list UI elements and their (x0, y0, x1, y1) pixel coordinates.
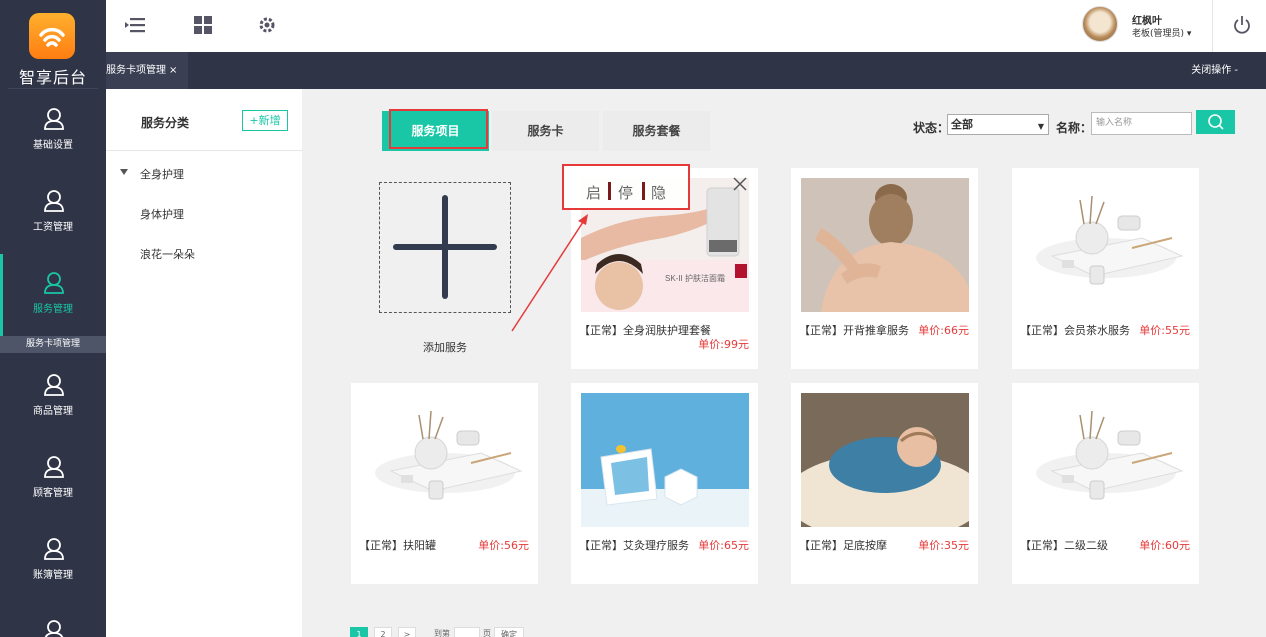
tab-service-package[interactable]: 服务套餐 (603, 111, 710, 151)
user-icon (44, 620, 64, 637)
nav-item-basic-settings[interactable]: 基础设置 (0, 90, 106, 172)
service-price: 单价:60元 (1139, 539, 1190, 552)
search-icon (1208, 114, 1224, 130)
service-price: 单价:66元 (918, 324, 969, 337)
caret-down-icon[interactable] (120, 169, 128, 175)
status-select[interactable]: 全部 ▼ (947, 114, 1049, 135)
close-icon[interactable] (733, 177, 747, 191)
user-name: 红枫叶 (1132, 16, 1162, 27)
hide-button[interactable]: 隐 (651, 182, 666, 203)
service-price: 单价:56元 (478, 539, 529, 552)
nav-item-goods[interactable]: 商品管理 (0, 356, 106, 438)
category-item[interactable]: 全身护理 (140, 166, 184, 182)
product-text: SK-II 护肤洁面霜 (665, 273, 725, 283)
nav-item-service[interactable]: 服务管理 (0, 254, 106, 336)
category-item[interactable]: 身体护理 (140, 206, 184, 222)
wifi-logo-icon (29, 13, 75, 59)
user-icon (44, 456, 64, 478)
stop-button[interactable]: 停 (618, 182, 633, 203)
user-icon (44, 374, 64, 396)
service-title: 【正常】开背推拿服务 (799, 324, 909, 337)
nav-label: 顾客管理 (33, 488, 73, 499)
divider (642, 182, 645, 200)
service-card[interactable]: 【正常】开背推拿服务 单价:66元 (791, 168, 978, 369)
nav-item-ledger[interactable]: 账簿管理 (0, 520, 106, 602)
add-category-button[interactable]: +新增 (242, 110, 288, 131)
service-price: 单价:55元 (1139, 324, 1190, 337)
service-image (361, 393, 529, 527)
status-value: 全部 (951, 118, 973, 131)
logo[interactable]: 智享后台 (0, 0, 106, 90)
service-title: 【正常】艾灸理疗服务 (579, 539, 689, 552)
category-panel: 服务分类 +新增 全身护理 身体护理 浪花一朵朵 (106, 89, 302, 637)
nav-label: 服务管理 (33, 304, 73, 315)
service-title: 【正常】二级二级 (1020, 539, 1108, 552)
service-card[interactable]: 【正常】艾灸理疗服务 单价:65元 (571, 383, 758, 584)
service-image (801, 393, 969, 527)
page-button[interactable]: 2 (374, 627, 392, 637)
subnav-item-service-card[interactable]: 服务卡项管理 (0, 336, 106, 353)
tab-bar: 服务卡项管理 × 关闭操作 - (106, 52, 1266, 89)
annotation-arrow (511, 214, 588, 332)
next-page-button[interactable]: > (398, 627, 416, 637)
service-title: 【正常】会员茶水服务 (1020, 324, 1130, 337)
name-label: 名称： (1056, 121, 1093, 135)
status-label: 状态： (913, 121, 950, 135)
divider (608, 182, 611, 200)
nav-label: 账簿管理 (33, 570, 73, 581)
divider (8, 88, 98, 89)
nav-item-customer[interactable]: 顾客管理 (0, 438, 106, 520)
service-title: 【正常】足底按摩 (799, 539, 887, 552)
service-card[interactable]: 【正常】会员茶水服务 单价:55元 (1012, 168, 1199, 369)
user-icon (44, 190, 64, 212)
nav-item-salary[interactable]: 工资管理 (0, 172, 106, 254)
nav-label: 商品管理 (33, 406, 73, 417)
grid-icon[interactable] (192, 14, 214, 36)
user-role-dropdown[interactable]: 老板(管理员) ▾ (1132, 26, 1191, 39)
goto-label: 到第 (434, 629, 450, 637)
close-operations-dropdown[interactable]: 关闭操作 - (1191, 52, 1238, 89)
gear-icon[interactable] (256, 14, 278, 36)
top-bar: 红枫叶 老板(管理员) ▾ (106, 0, 1266, 52)
avatar[interactable] (1082, 6, 1118, 42)
service-image (581, 393, 749, 527)
category-header: 服务分类 +新增 (106, 89, 302, 151)
service-card[interactable]: 【正常】扶阳罐 单价:56元 (351, 383, 538, 584)
collapse-menu-icon[interactable] (124, 14, 146, 36)
name-input[interactable]: 输入名称 (1091, 112, 1192, 135)
divider (1212, 0, 1213, 52)
main-content: 服务项目 服务卡 服务套餐 状态： 全部 ▼ 名称： 输入名称 添加服务 SK-… (302, 89, 1266, 637)
add-service-label: 添加服务 (423, 341, 467, 354)
tab-service-card-manage[interactable]: 服务卡项管理 × (106, 52, 188, 89)
service-title: 【正常】扶阳罐 (359, 539, 436, 552)
power-icon[interactable] (1231, 14, 1253, 36)
goto-confirm-button[interactable]: 确定 (494, 627, 524, 637)
nav-label: 工资管理 (33, 222, 73, 233)
service-image (1022, 393, 1190, 527)
close-icon[interactable]: × (169, 65, 177, 76)
category-title: 服务分类 (141, 116, 190, 130)
goto-page-input[interactable] (454, 627, 480, 637)
nav-label: 基础设置 (33, 140, 73, 151)
chevron-down-icon: ▼ (1037, 122, 1044, 131)
user-icon (44, 272, 64, 294)
tab-label: 服务卡项管理 (106, 65, 166, 76)
service-image (1022, 178, 1190, 312)
search-button[interactable] (1196, 110, 1235, 134)
user-icon (44, 538, 64, 560)
service-price: 单价:35元 (918, 539, 969, 552)
service-image (801, 178, 969, 312)
goto-suffix: 页 (483, 629, 491, 637)
service-card[interactable]: 【正常】足底按摩 单价:35元 (791, 383, 978, 584)
category-item[interactable]: 浪花一朵朵 (140, 246, 195, 262)
page-button[interactable]: 1 (350, 627, 368, 637)
service-price: 单价:99元 (698, 338, 749, 351)
sidebar: 智享后台 基础设置 工资管理 服务管理 服务卡项管理 商品管理 顾客管理 账簿管… (0, 0, 106, 637)
logo-text: 智享后台 (18, 68, 87, 87)
service-price: 单价:65元 (698, 539, 749, 552)
service-card[interactable]: 【正常】二级二级 单价:60元 (1012, 383, 1199, 584)
user-icon (44, 108, 64, 130)
nav-item-more[interactable] (0, 602, 106, 637)
